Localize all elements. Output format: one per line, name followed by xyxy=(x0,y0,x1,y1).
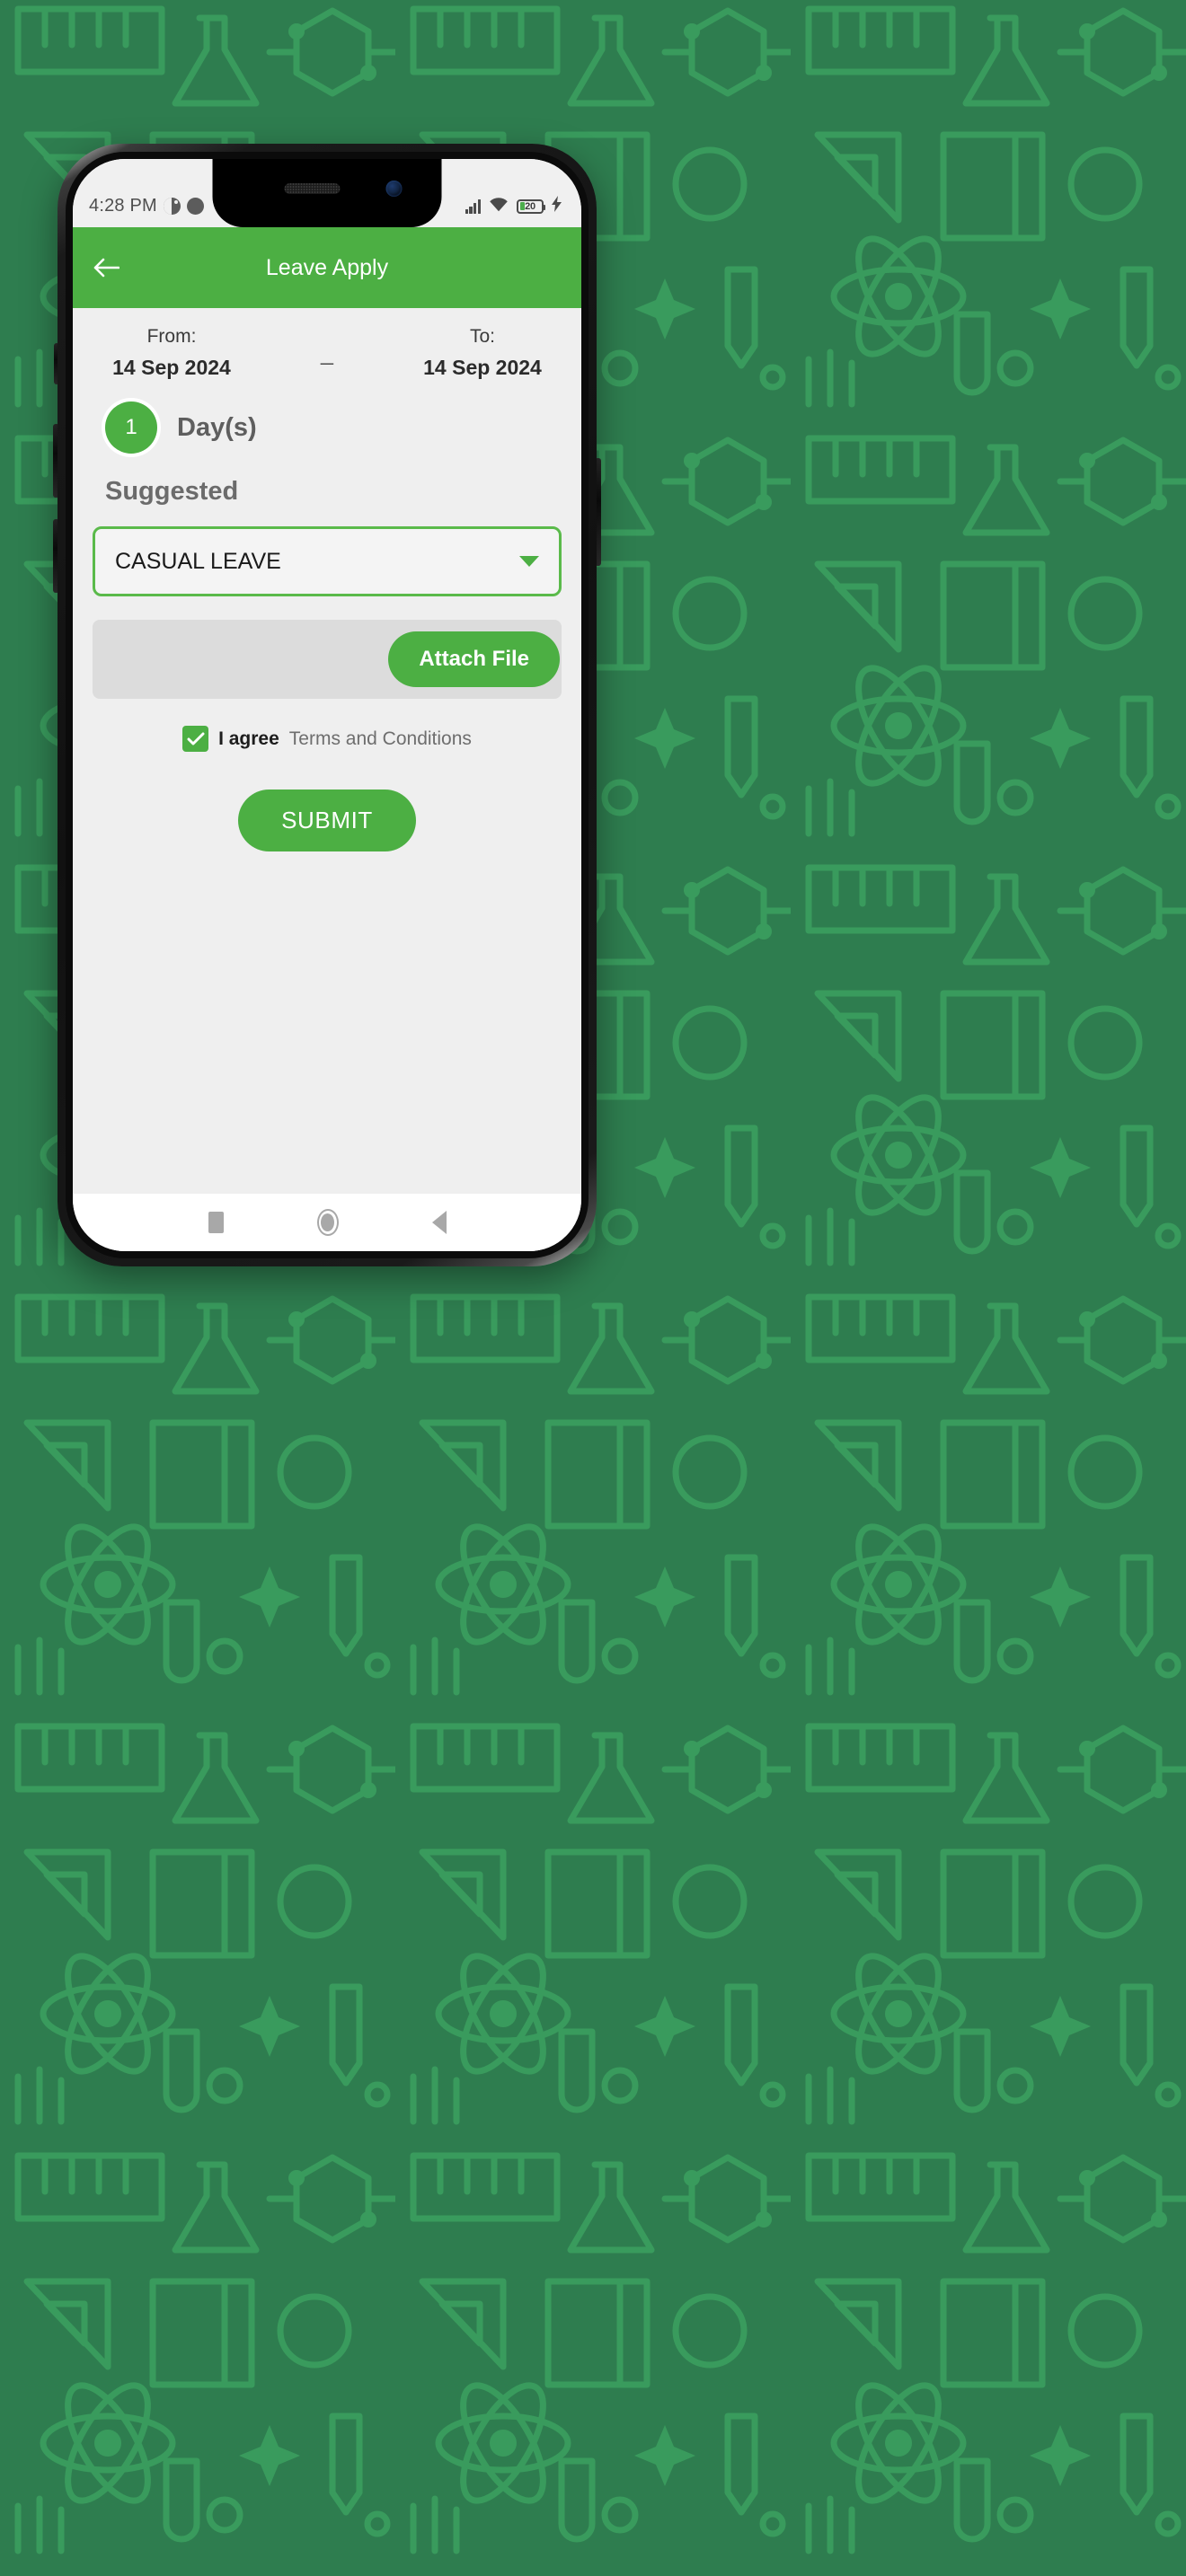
android-nav-bar xyxy=(73,1194,581,1251)
phone-screen: 4:28 PM 20 Leave Apply From: 14 Sep 2024… xyxy=(73,159,581,1251)
triangle-back-icon[interactable] xyxy=(431,1211,447,1234)
agree-label: I agree xyxy=(218,728,279,749)
phone-notch xyxy=(212,159,442,227)
signal-icon xyxy=(465,198,481,214)
submit-button[interactable]: SUBMIT xyxy=(238,790,416,851)
wifi-icon xyxy=(489,197,509,216)
from-date-field[interactable]: From: 14 Sep 2024 xyxy=(109,326,235,380)
days-count-row: 1 Day(s) xyxy=(85,380,569,454)
terms-agree-row: I agree Terms and Conditions xyxy=(85,726,569,752)
agree-checkbox[interactable] xyxy=(182,726,209,752)
battery-level: 20 xyxy=(525,200,535,212)
suggested-label: Suggested xyxy=(105,477,239,506)
submit-row: SUBMIT xyxy=(85,790,569,851)
status-bar-right: 20 xyxy=(465,196,565,216)
battery-icon: 20 xyxy=(517,198,545,214)
phone-mockup: 4:28 PM 20 Leave Apply From: 14 Sep 2024… xyxy=(53,144,601,1266)
leave-type-value: CASUAL LEAVE xyxy=(115,548,281,574)
phone-frame: 4:28 PM 20 Leave Apply From: 14 Sep 2024… xyxy=(58,144,597,1266)
days-label: Day(s) xyxy=(177,412,257,442)
days-count-badge: 1 xyxy=(105,401,157,454)
circle-home-icon[interactable] xyxy=(316,1209,339,1236)
app-bar: Leave Apply xyxy=(73,227,581,308)
status-time: 4:28 PM xyxy=(89,196,157,216)
status-bar-left: 4:28 PM xyxy=(89,196,204,216)
to-value: 14 Sep 2024 xyxy=(423,356,542,379)
to-date-field[interactable]: To: 14 Sep 2024 xyxy=(420,326,545,380)
from-label: From: xyxy=(146,326,197,347)
date-range-row: From: 14 Sep 2024 _ To: 14 Sep 2024 xyxy=(85,308,569,380)
leave-apply-form: From: 14 Sep 2024 _ To: 14 Sep 2024 1 Da… xyxy=(73,308,581,1194)
square-recents-icon[interactable] xyxy=(208,1212,224,1233)
charging-bolt-icon xyxy=(552,196,562,216)
page-title: Leave Apply xyxy=(265,254,389,280)
circle-half-icon xyxy=(163,198,181,215)
attach-file-button[interactable]: Attach File xyxy=(388,631,560,687)
page-root: 4:28 PM 20 Leave Apply From: 14 Sep 2024… xyxy=(0,0,1186,2576)
from-value: 14 Sep 2024 xyxy=(112,356,231,379)
front-camera xyxy=(385,181,403,197)
to-label: To: xyxy=(469,326,495,347)
attach-file-bar: Attach File xyxy=(93,620,562,699)
chevron-down-icon xyxy=(519,556,539,567)
circle-icon xyxy=(186,198,204,215)
earpiece-speaker xyxy=(284,183,340,194)
date-separator: _ xyxy=(321,340,333,366)
leave-type-dropdown[interactable]: CASUAL LEAVE xyxy=(93,526,562,596)
terms-and-conditions-link[interactable]: Terms and Conditions xyxy=(289,728,472,750)
